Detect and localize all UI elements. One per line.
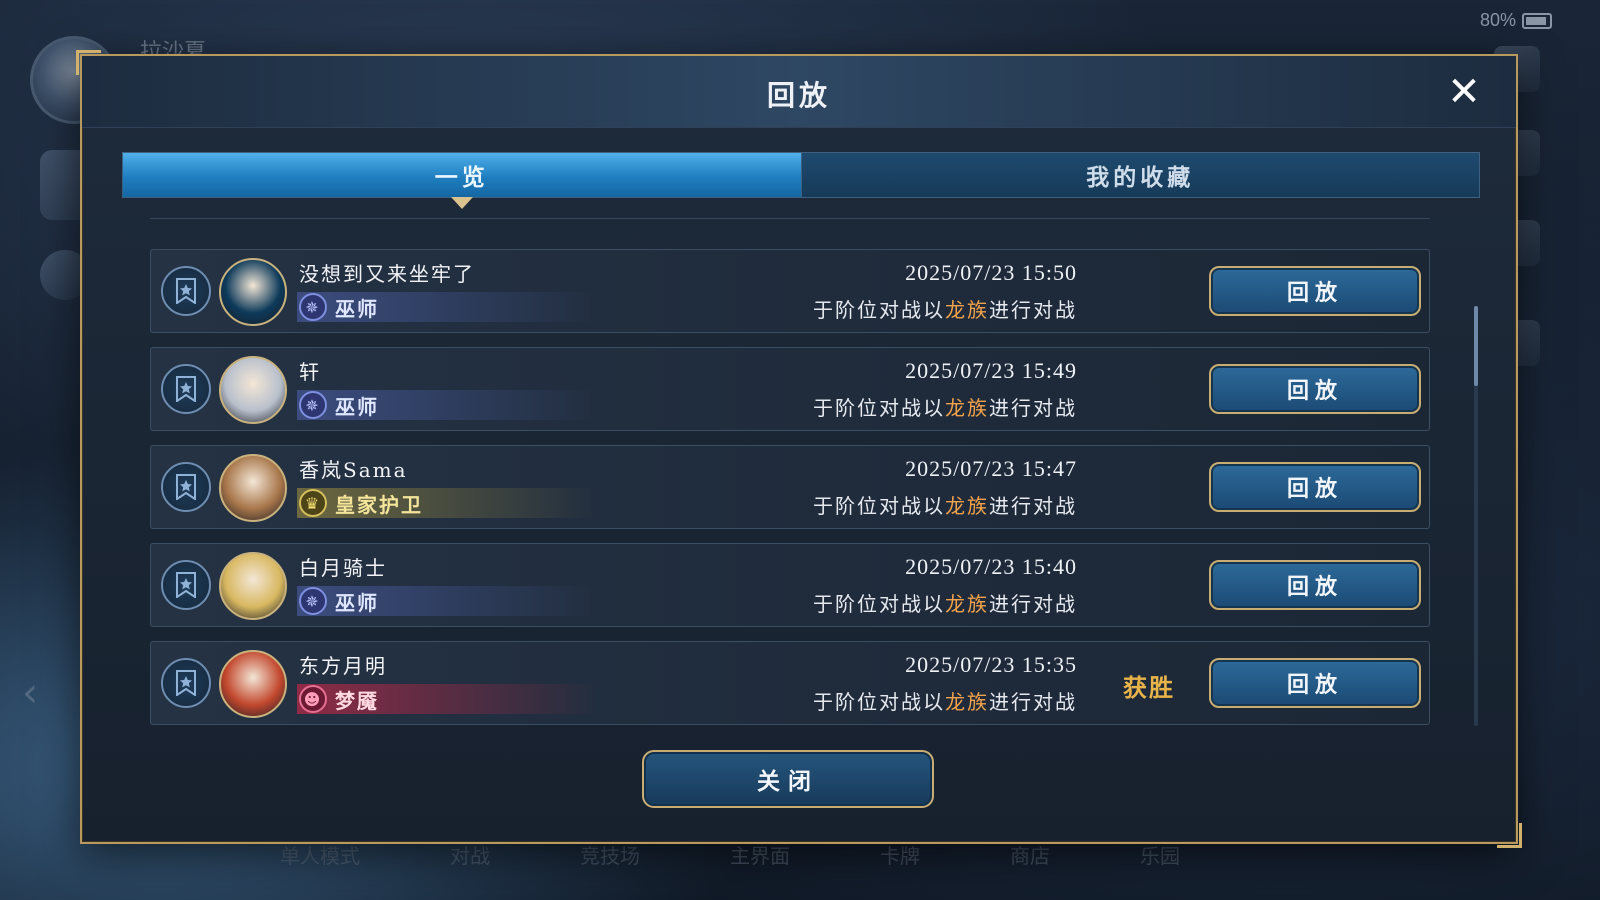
match-datetime: 2025/07/23 15:40	[905, 554, 1077, 579]
deck-name: 龙族	[945, 396, 989, 420]
replay-row: 没想到又来坐牢了 ✵ 巫师 2025/07/23 15:50 于阶位对战以龙族进…	[150, 249, 1430, 333]
replay-dialog: 回放 ✕ 一览 我的收藏 没想到又来坐牢了 ✵ 巫师 2025/07/23 15…	[76, 50, 1522, 848]
replay-row: 东方月明 ☻ 梦魇 2025/07/23 15:35 于阶位对战以龙族进行对战 …	[150, 641, 1430, 725]
replay-button[interactable]: 回放	[1209, 364, 1421, 414]
bookmark-button[interactable]	[161, 266, 211, 316]
match-description-prefix: 于阶位对战以	[813, 592, 945, 616]
background-nav-item: 竞技场	[580, 844, 640, 868]
match-description-prefix: 于阶位对战以	[813, 494, 945, 518]
tab-active-indicator-icon	[450, 197, 473, 209]
tab-overview-label: 一览	[434, 164, 489, 191]
bookmark-star-icon	[176, 376, 196, 402]
match-datetime: 2025/07/23 15:47	[905, 456, 1077, 481]
match-description-prefix: 于阶位对战以	[813, 298, 945, 322]
match-description: 于阶位对战以龙族进行对战	[813, 490, 1077, 519]
tab-bar: 一览 我的收藏	[122, 152, 1480, 209]
match-description-suffix: 进行对战	[989, 396, 1077, 420]
match-description-suffix: 进行对战	[989, 592, 1077, 616]
background-nav-item: 卡牌	[880, 844, 920, 868]
match-description-prefix: 于阶位对战以	[813, 396, 945, 420]
player-name: 香岚Sama	[299, 458, 408, 482]
deck-name: 龙族	[945, 690, 989, 714]
scrollbar-thumb[interactable]	[1474, 306, 1478, 386]
background-nav-item: 主界面	[730, 844, 790, 868]
replay-row: 白月骑士 ✵ 巫师 2025/07/23 15:40 于阶位对战以龙族进行对战 …	[150, 543, 1430, 627]
class-icon: ☻	[299, 685, 327, 713]
class-tag: ✵ 巫师	[297, 292, 597, 322]
match-description-prefix: 于阶位对战以	[813, 690, 945, 714]
match-description: 于阶位对战以龙族进行对战	[813, 392, 1077, 421]
battery-status: 80%	[1480, 10, 1552, 31]
deck-name: 龙族	[945, 494, 989, 518]
class-name: 皇家护卫	[335, 492, 423, 517]
player-name: 轩	[299, 360, 321, 384]
dialog-header: 回放 ✕	[82, 56, 1516, 128]
class-tag: ☻ 梦魇	[297, 684, 597, 714]
replay-button[interactable]: 回放	[1209, 266, 1421, 316]
bookmark-button[interactable]	[161, 364, 211, 414]
bookmark-star-icon	[176, 670, 196, 696]
match-description: 于阶位对战以龙族进行对战	[813, 588, 1077, 617]
tab-my-favorites[interactable]: 我的收藏	[800, 153, 1479, 197]
match-result: 获胜	[1123, 673, 1175, 702]
deck-name: 龙族	[945, 298, 989, 322]
match-datetime: 2025/07/23 15:50	[905, 260, 1077, 285]
replay-button[interactable]: 回放	[1209, 462, 1421, 512]
background-nav-item: 乐园	[1140, 844, 1180, 868]
tab-my-favorites-label: 我的收藏	[1086, 164, 1195, 191]
match-description-suffix: 进行对战	[989, 690, 1077, 714]
player-portrait	[219, 552, 287, 620]
replay-row: 轩 ✵ 巫师 2025/07/23 15:49 于阶位对战以龙族进行对战 回放	[150, 347, 1430, 431]
class-name: 巫师	[335, 590, 379, 615]
close-button[interactable]: 关闭	[642, 750, 934, 808]
player-portrait	[219, 258, 287, 326]
replay-button[interactable]: 回放	[1209, 658, 1421, 708]
match-datetime: 2025/07/23 15:49	[905, 358, 1077, 383]
player-portrait	[219, 650, 287, 718]
background-nav-item: 对战	[450, 844, 490, 868]
player-portrait	[219, 356, 287, 424]
battery-icon	[1522, 12, 1552, 29]
player-name: 白月骑士	[299, 556, 387, 580]
replay-list[interactable]: 没想到又来坐牢了 ✵ 巫师 2025/07/23 15:50 于阶位对战以龙族进…	[150, 218, 1430, 768]
class-tag: ✵ 巫师	[297, 390, 597, 420]
class-tag: ✵ 巫师	[297, 586, 597, 616]
class-icon: ♛	[299, 489, 327, 517]
replay-button[interactable]: 回放	[1209, 560, 1421, 610]
match-description: 于阶位对战以龙族进行对战	[813, 686, 1077, 715]
bookmark-button[interactable]	[161, 560, 211, 610]
player-name: 没想到又来坐牢了	[299, 262, 475, 286]
match-description: 于阶位对战以龙族进行对战	[813, 294, 1077, 323]
bookmark-button[interactable]	[161, 462, 211, 512]
player-portrait	[219, 454, 287, 522]
background-left-arrow-icon: ‹	[22, 670, 38, 716]
bookmark-star-icon	[176, 572, 196, 598]
class-name: 巫师	[335, 296, 379, 321]
background-nav: 单人模式 对战 竞技场 主界面 卡牌 商店 乐园	[280, 840, 1180, 869]
bookmark-button[interactable]	[161, 658, 211, 708]
match-description-suffix: 进行对战	[989, 298, 1077, 322]
deck-name: 龙族	[945, 592, 989, 616]
background-nav-item: 单人模式	[280, 844, 360, 868]
close-icon[interactable]: ✕	[1442, 70, 1486, 114]
class-icon: ✵	[299, 391, 327, 419]
class-name: 巫师	[335, 394, 379, 419]
tab-overview[interactable]: 一览	[123, 153, 801, 209]
list-scrollbar[interactable]	[1474, 306, 1478, 726]
match-description-suffix: 进行对战	[989, 494, 1077, 518]
background-nav-item: 商店	[1010, 844, 1050, 868]
class-tag: ♛ 皇家护卫	[297, 488, 597, 518]
bookmark-star-icon	[176, 278, 196, 304]
match-datetime: 2025/07/23 15:35	[905, 652, 1077, 677]
player-name: 东方月明	[299, 654, 387, 678]
class-icon: ✵	[299, 587, 327, 615]
replay-row: 香岚Sama ♛ 皇家护卫 2025/07/23 15:47 于阶位对战以龙族进…	[150, 445, 1430, 529]
class-icon: ✵	[299, 293, 327, 321]
class-name: 梦魇	[335, 688, 379, 713]
bookmark-star-icon	[176, 474, 196, 500]
dialog-title: 回放	[766, 79, 831, 112]
